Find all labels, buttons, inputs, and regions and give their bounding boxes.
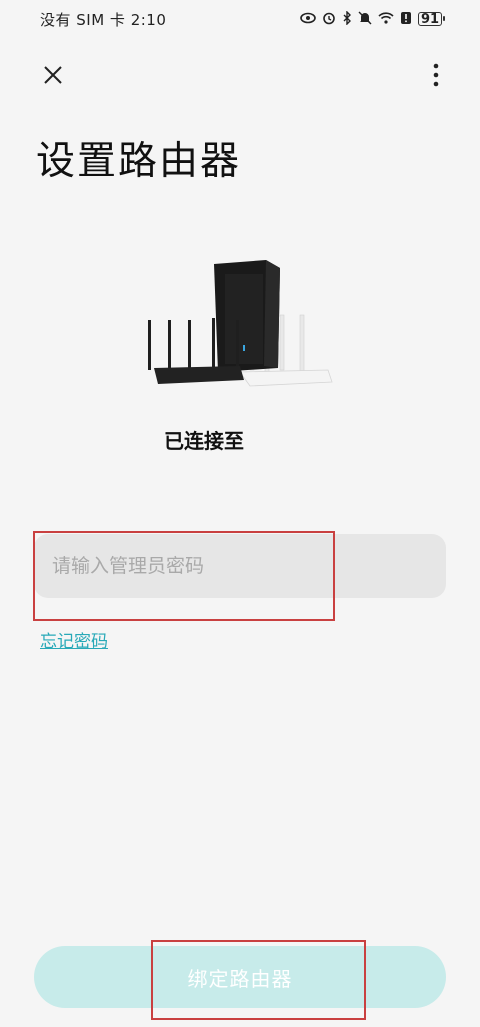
close-button[interactable]: [36, 58, 70, 92]
mute-icon: [358, 11, 372, 28]
wifi-icon: [378, 11, 394, 27]
connected-label: 已连接至: [164, 429, 244, 453]
status-icons: 91: [300, 9, 445, 28]
alarm-icon: [322, 11, 336, 28]
forgot-password-link[interactable]: 忘记密码: [40, 627, 108, 652]
alert-icon: [400, 11, 412, 28]
status-bar: 没有 SIM 卡 2:10 91: [0, 0, 480, 38]
bind-router-button[interactable]: 绑定路由器: [34, 946, 446, 1008]
bluetooth-icon: [342, 9, 352, 28]
eye-icon: [300, 12, 316, 27]
status-carrier-time: 没有 SIM 卡 2:10: [40, 10, 167, 29]
admin-password-input[interactable]: [34, 534, 446, 598]
close-icon: [44, 66, 62, 84]
more-options-button[interactable]: [426, 58, 446, 92]
router-illustration: [148, 260, 333, 387]
page-title: 设置路由器: [36, 139, 242, 184]
battery-icon: 91: [418, 12, 445, 26]
more-vertical-icon: [433, 63, 439, 87]
